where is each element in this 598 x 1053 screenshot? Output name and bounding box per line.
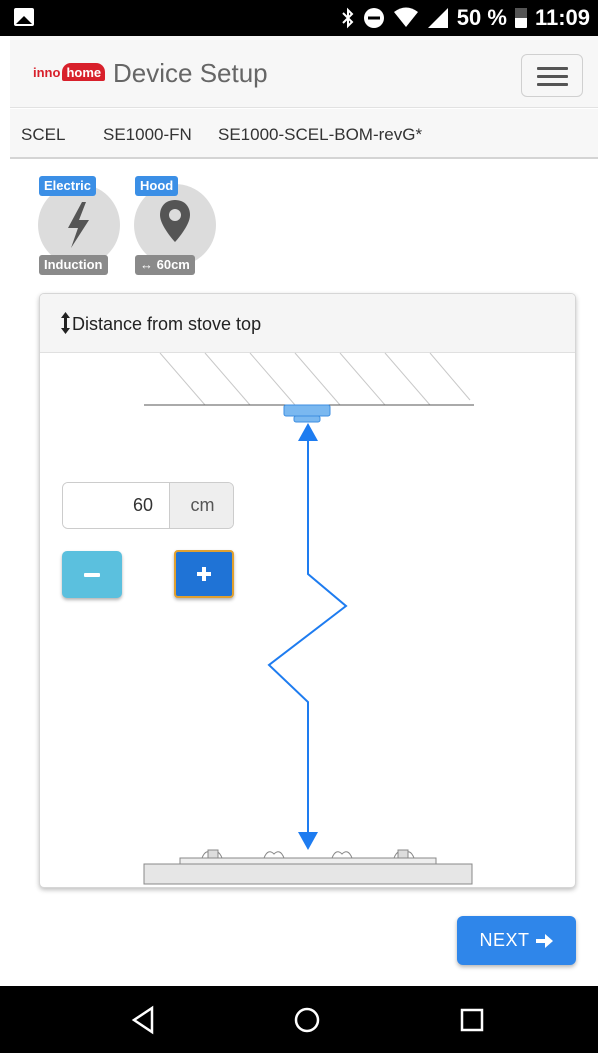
signal-icon xyxy=(427,8,448,28)
stove-subtype-badge: Induction xyxy=(39,255,108,275)
ceiling-hatch xyxy=(159,352,471,406)
stove-top xyxy=(143,849,473,885)
arrow-head-top xyxy=(298,423,318,441)
back-triangle-icon[interactable] xyxy=(128,1004,160,1036)
distance-input[interactable]: 60 xyxy=(63,483,169,528)
bluetooth-icon xyxy=(342,7,354,29)
clock: 11:09 xyxy=(534,5,590,30)
arrow-right-icon xyxy=(535,933,553,948)
stove-type-circle[interactable] xyxy=(38,184,120,266)
gallery-icon xyxy=(14,8,34,26)
distance-card: Distance from stove top 60 cm xyxy=(39,293,576,888)
location-circle[interactable] xyxy=(134,184,216,266)
status-right: 50 % 11:09 xyxy=(341,0,590,36)
increase-button[interactable] xyxy=(174,550,234,598)
hamburger-icon xyxy=(537,67,568,70)
lightning-icon xyxy=(68,202,89,248)
status-bar: 50 % 11:09 xyxy=(0,0,598,36)
location-badge: Hood xyxy=(135,176,179,196)
battery-icon xyxy=(514,8,527,28)
device-info-bar: SCEL SE1000-FN SE1000-SCEL-BOM-revG* xyxy=(10,109,598,159)
app-screen: inno home Device Setup SCEL SE1000-FN SE… xyxy=(10,36,598,986)
menu-button[interactable] xyxy=(521,54,583,97)
app-header: inno home Device Setup xyxy=(10,36,598,108)
page-title: Device Setup xyxy=(113,58,268,88)
wifi-icon xyxy=(393,7,418,27)
distance-input-group: 60 cm xyxy=(62,482,234,529)
sensor-device xyxy=(283,404,331,423)
next-button[interactable]: NEXT xyxy=(457,916,576,965)
distance-arrow xyxy=(267,438,348,834)
device-model: SCEL xyxy=(21,125,66,144)
home-circle-icon[interactable] xyxy=(291,1004,323,1036)
device-variant: SE1000-FN xyxy=(103,125,192,144)
decrease-button[interactable] xyxy=(62,551,122,598)
android-nav-bar xyxy=(0,986,598,1053)
stove-type-badge: Electric xyxy=(39,176,96,196)
logo-home: home xyxy=(62,63,106,81)
battery-percent: 50 % xyxy=(456,5,507,30)
do-not-disturb-icon xyxy=(363,8,384,28)
location-distance-badge: ↔ 60cm xyxy=(135,255,195,275)
next-label: NEXT xyxy=(479,930,530,950)
recents-square-icon[interactable] xyxy=(456,1004,488,1036)
logo-inno: inno xyxy=(33,64,61,80)
distance-unit: cm xyxy=(169,483,233,528)
innohome-logo: inno home xyxy=(33,63,106,81)
arrow-head-bottom xyxy=(298,832,318,850)
device-bom: SE1000-SCEL-BOM-revG* xyxy=(218,125,423,144)
map-pin-icon xyxy=(160,200,190,242)
